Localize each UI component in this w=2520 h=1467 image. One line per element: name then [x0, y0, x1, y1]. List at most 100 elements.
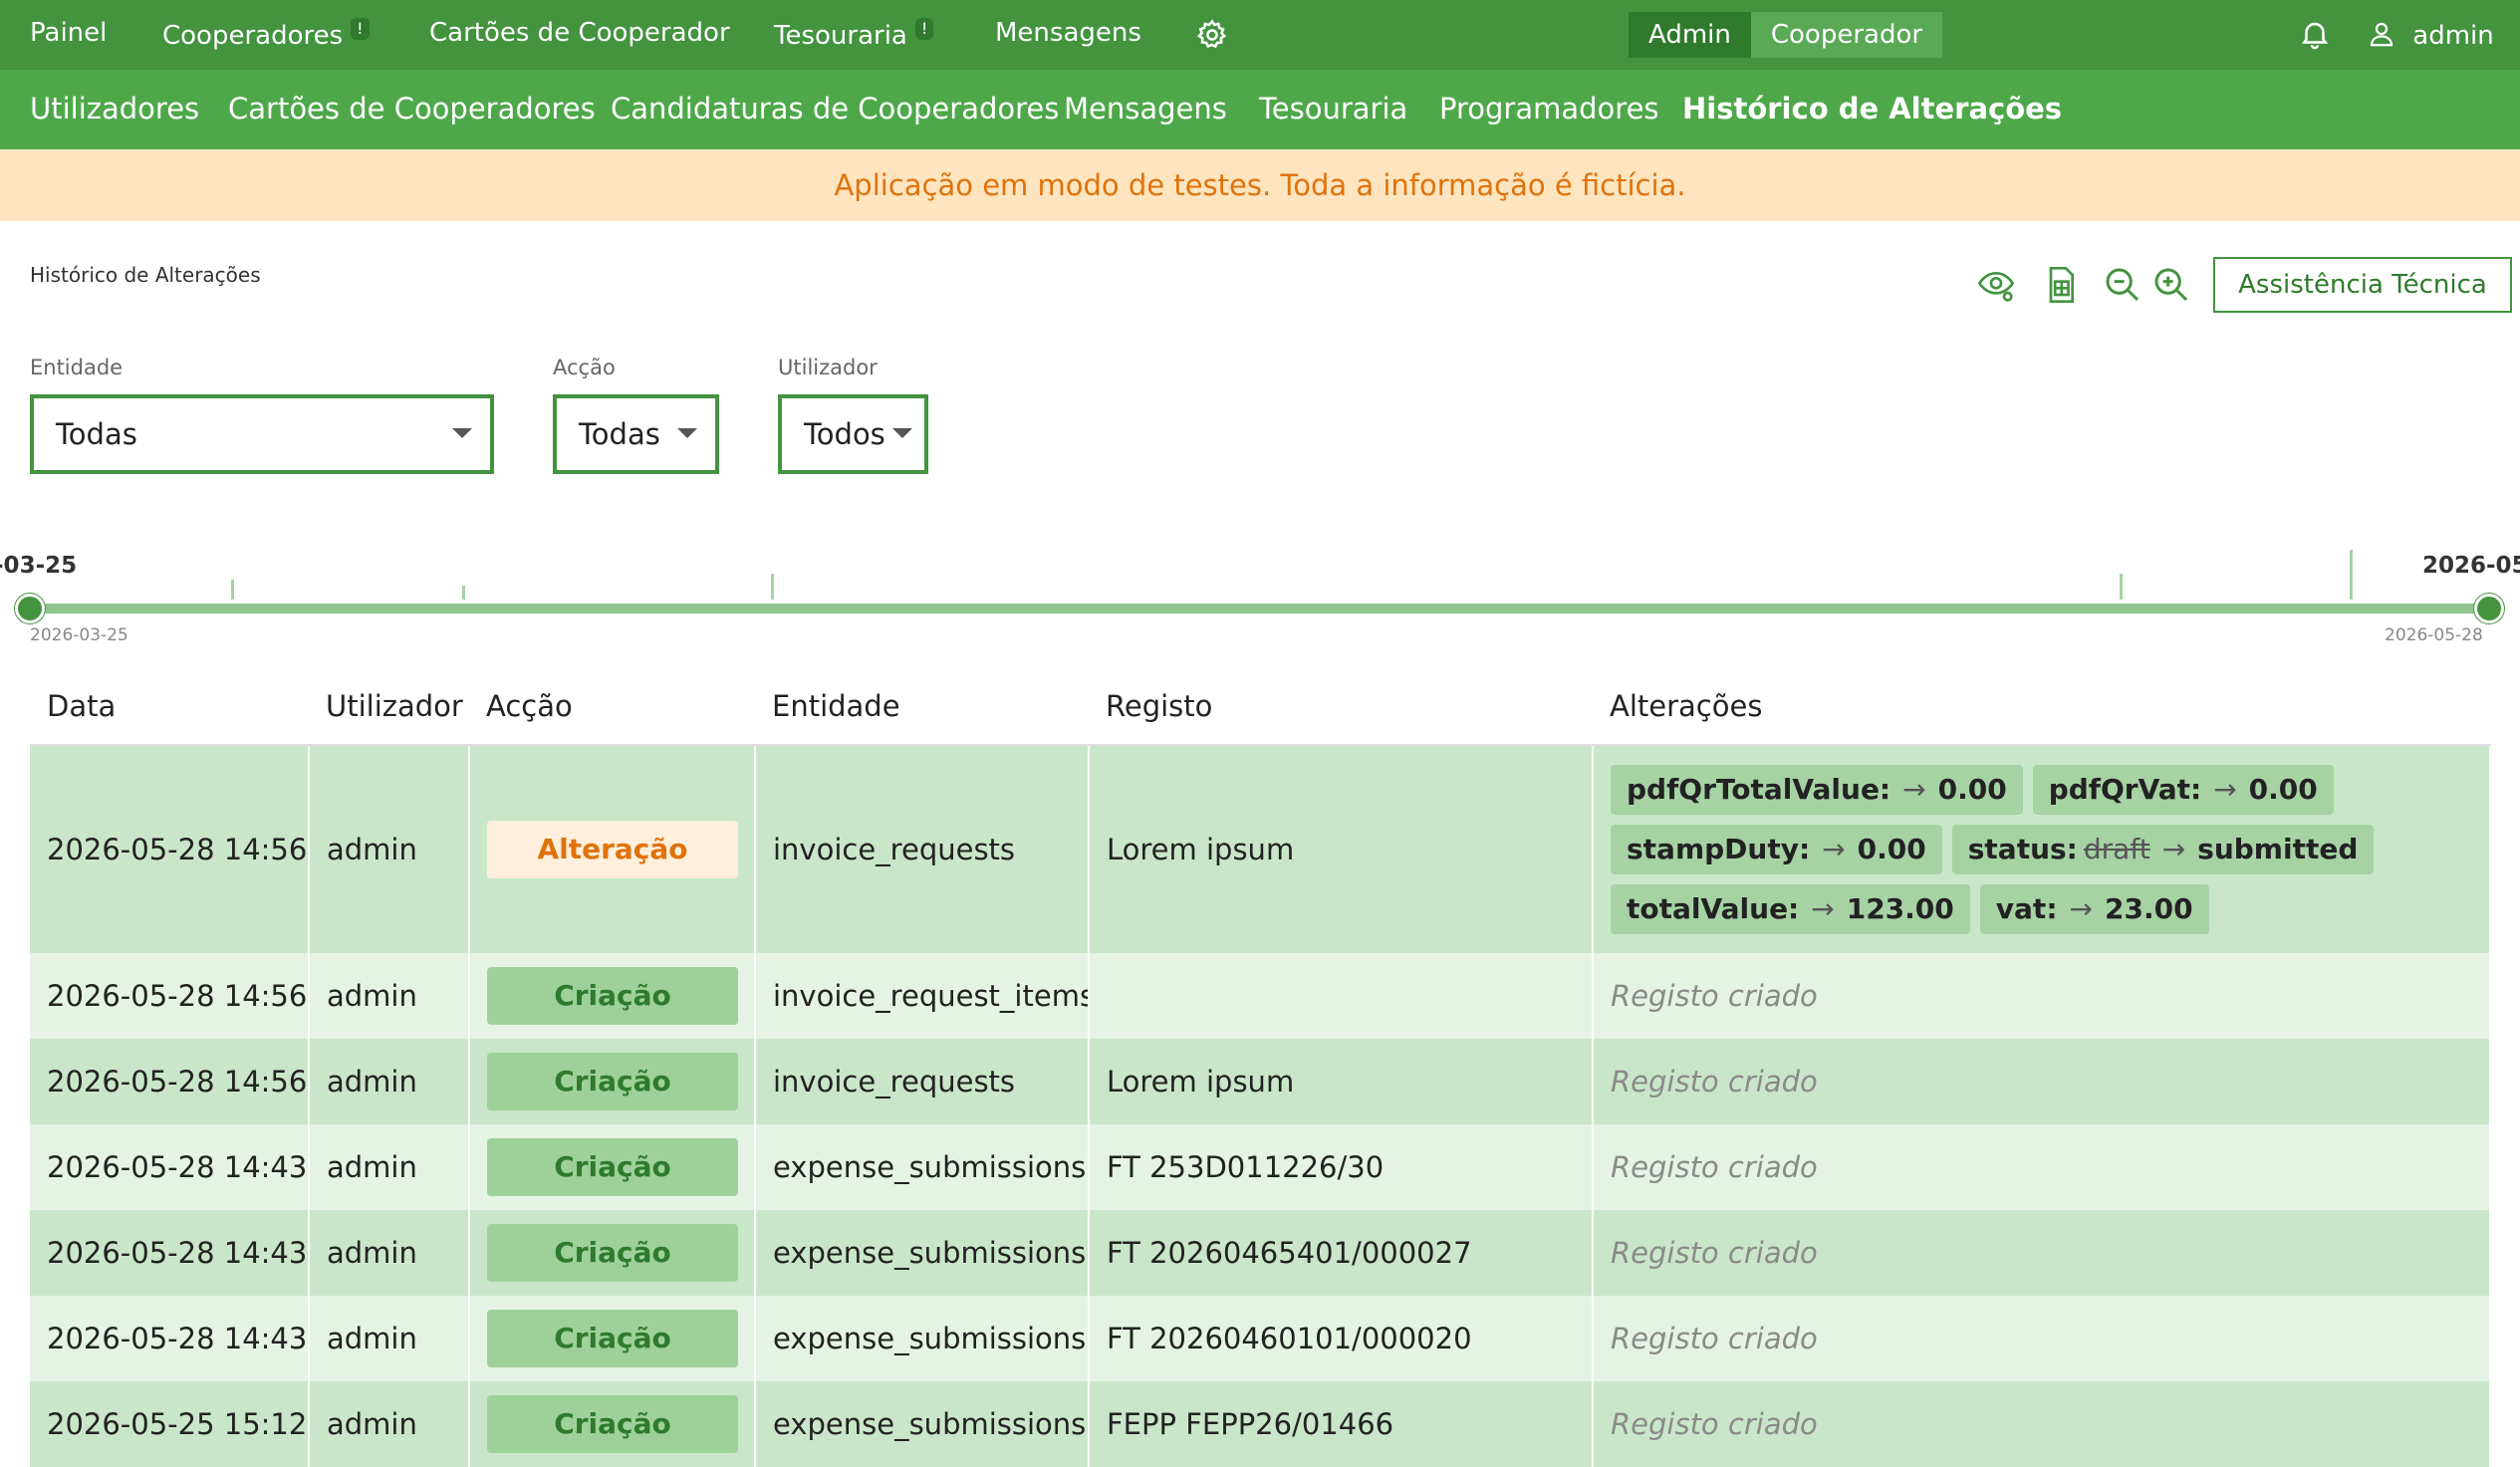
arrow-right-icon: →	[1902, 773, 1926, 806]
table-row[interactable]: 2026-05-28 14:56 admin Alteração invoice…	[30, 745, 2491, 953]
user-menu[interactable]: admin	[2367, 16, 2494, 52]
action-badge: Criação	[487, 1395, 738, 1453]
column-header-entity[interactable]: Entidade	[755, 667, 1089, 746]
bell-icon[interactable]	[2298, 16, 2332, 59]
table-header-row: Data Utilizador Acção Entidade Registo A…	[30, 667, 2490, 746]
table-row[interactable]: 2026-05-25 15:12 admin Criação expense_s…	[30, 1381, 2491, 1467]
user-name: admin	[2412, 21, 2494, 51]
arrow-right-icon: →	[2069, 892, 2093, 925]
caret-down-icon	[452, 428, 472, 438]
subnav-item-programadores[interactable]: Programadores	[1439, 92, 1659, 125]
table-row[interactable]: 2026-05-28 14:43 admin Criação expense_s…	[30, 1124, 2491, 1210]
table-row[interactable]: 2026-05-28 14:56 admin Criação invoice_r…	[30, 1039, 2491, 1124]
history-table: Data Utilizador Acção Entidade Registo A…	[30, 667, 2491, 1467]
timeline-track[interactable]	[30, 604, 2490, 613]
cell-action: Criação	[469, 1381, 756, 1467]
cell-changes: Registo criado	[1593, 1039, 2491, 1124]
eye-settings-icon[interactable]	[1976, 265, 2016, 305]
spreadsheet-icon[interactable]	[2041, 265, 2081, 305]
cell-entity: invoice_requests	[755, 1039, 1090, 1124]
arrow-right-icon: →	[2213, 773, 2237, 806]
topnav-item-tesouraria[interactable]: Tesouraria!	[774, 18, 934, 51]
topnav-item-painel[interactable]: Painel	[30, 18, 107, 48]
column-header-record[interactable]: Registo	[1089, 667, 1593, 746]
change-chip: status: draft → submitted	[1951, 825, 2375, 874]
mode-admin-button[interactable]: Admin	[1629, 12, 1751, 58]
timeline-start-date: 2026-03-25	[30, 625, 128, 645]
zoom-out-icon[interactable]	[2103, 265, 2142, 305]
subnav-item-tesouraria[interactable]: Tesouraria	[1259, 92, 1407, 125]
table-row[interactable]: 2026-05-28 14:43 admin Criação expense_s…	[30, 1210, 2491, 1296]
subnav-item-cartoes[interactable]: Cartões de Cooperadores	[228, 92, 596, 125]
subnav-item-historico[interactable]: Histórico de Alterações	[1682, 92, 2062, 125]
table-row[interactable]: 2026-05-28 14:43 admin Criação expense_s…	[30, 1296, 2491, 1381]
mode-toggle: Admin Cooperador	[1629, 12, 1943, 58]
subnav-item-mensagens[interactable]: Mensagens	[1064, 92, 1227, 125]
cell-entity: expense_submissions	[755, 1296, 1090, 1381]
timeline-start-handle[interactable]	[15, 594, 45, 623]
change-field: stampDuty:	[1627, 833, 1811, 865]
change-field: pdfQrVat:	[2048, 773, 2202, 806]
cell-date: 2026-05-28 14:43	[30, 1210, 310, 1296]
arrow-right-icon: →	[2161, 833, 2186, 865]
cell-action: Criação	[469, 1039, 756, 1124]
timeline-end-handle[interactable]	[2474, 594, 2504, 623]
subnav-item-candidaturas[interactable]: Candidaturas de Cooperadores	[611, 92, 1059, 125]
change-new-value: submitted	[2197, 833, 2359, 865]
entity-filter-label: Entidade	[30, 356, 124, 379]
alert-badge: !	[351, 18, 370, 40]
topnav-item-cartoes[interactable]: Cartões de Cooperador	[429, 18, 730, 48]
cell-changes: pdfQrTotalValue: → 0.00 pdfQrVat: → 0.00 stam…	[1593, 745, 2491, 953]
cell-changes: Registo criado	[1593, 1381, 2491, 1467]
cell-entity: invoice_requests	[755, 745, 1090, 953]
cell-action: Criação	[469, 1296, 756, 1381]
zoom-in-icon[interactable]	[2151, 265, 2191, 305]
action-badge: Criação	[487, 1310, 738, 1367]
entity-filter-select[interactable]: Todas	[30, 394, 494, 474]
column-header-user[interactable]: Utilizador	[309, 667, 469, 746]
table-row[interactable]: 2026-05-28 14:56 admin Criação invoice_r…	[30, 953, 2491, 1039]
column-header-changes[interactable]: Alterações	[1593, 667, 2490, 746]
change-new-value: 123.00	[1846, 892, 1954, 925]
topnav-item-cooperadores[interactable]: Cooperadores!	[162, 18, 370, 51]
caret-down-icon	[892, 428, 912, 438]
user-filter-select[interactable]: Todos	[778, 394, 928, 474]
timeline-end-date: 2026-05-28	[2385, 625, 2483, 645]
mode-cooperator-button[interactable]: Cooperador	[1750, 12, 1943, 58]
topnav-item-mensagens[interactable]: Mensagens	[995, 18, 1141, 48]
breadcrumb: Histórico de Alterações	[30, 263, 261, 287]
cell-entity: invoice_request_items	[755, 953, 1090, 1039]
change-chip: vat: → 23.00	[1979, 884, 2209, 934]
action-badge: Criação	[487, 1224, 738, 1282]
cell-entity: expense_submissions	[755, 1381, 1090, 1467]
cell-user: admin	[309, 1296, 470, 1381]
alert-badge: !	[914, 18, 934, 40]
change-new-value: 0.00	[2248, 773, 2318, 806]
cell-date: 2026-05-28 14:43	[30, 1124, 310, 1210]
action-filter-select[interactable]: Todas	[553, 394, 719, 474]
timeline-start-label: 2026-03-25	[0, 553, 78, 579]
cell-user: admin	[309, 1039, 470, 1124]
cell-date: 2026-05-28 14:56	[30, 953, 310, 1039]
cell-action: Criação	[469, 1210, 756, 1296]
action-filter-label: Acção	[553, 356, 616, 379]
gear-icon[interactable]	[1195, 18, 1229, 59]
action-badge: Criação	[487, 967, 738, 1025]
subnav-item-utilizadores[interactable]: Utilizadores	[30, 92, 199, 125]
action-badge: Alteração	[487, 821, 738, 878]
column-header-action[interactable]: Acção	[469, 667, 755, 746]
technical-support-button[interactable]: Assistência Técnica	[2213, 257, 2512, 313]
cell-date: 2026-05-28 14:43	[30, 1296, 310, 1381]
cell-changes: Registo criado	[1593, 953, 2491, 1039]
user-icon	[2370, 22, 2394, 47]
change-chip: totalValue: → 123.00	[1611, 884, 1970, 934]
cell-record: FT 20260465401/000027	[1089, 1210, 1594, 1296]
topnav-label: Tesouraria	[774, 21, 907, 51]
cell-action: Alteração	[469, 745, 756, 953]
change-chip: pdfQrVat: → 0.00	[2032, 765, 2334, 815]
change-new-value: 0.00	[1857, 833, 1926, 865]
change-new-value: 23.00	[2104, 892, 2193, 925]
column-header-date[interactable]: Data	[30, 667, 309, 746]
cell-record: Lorem ipsum	[1089, 745, 1594, 953]
timeline-tick	[2350, 550, 2353, 600]
